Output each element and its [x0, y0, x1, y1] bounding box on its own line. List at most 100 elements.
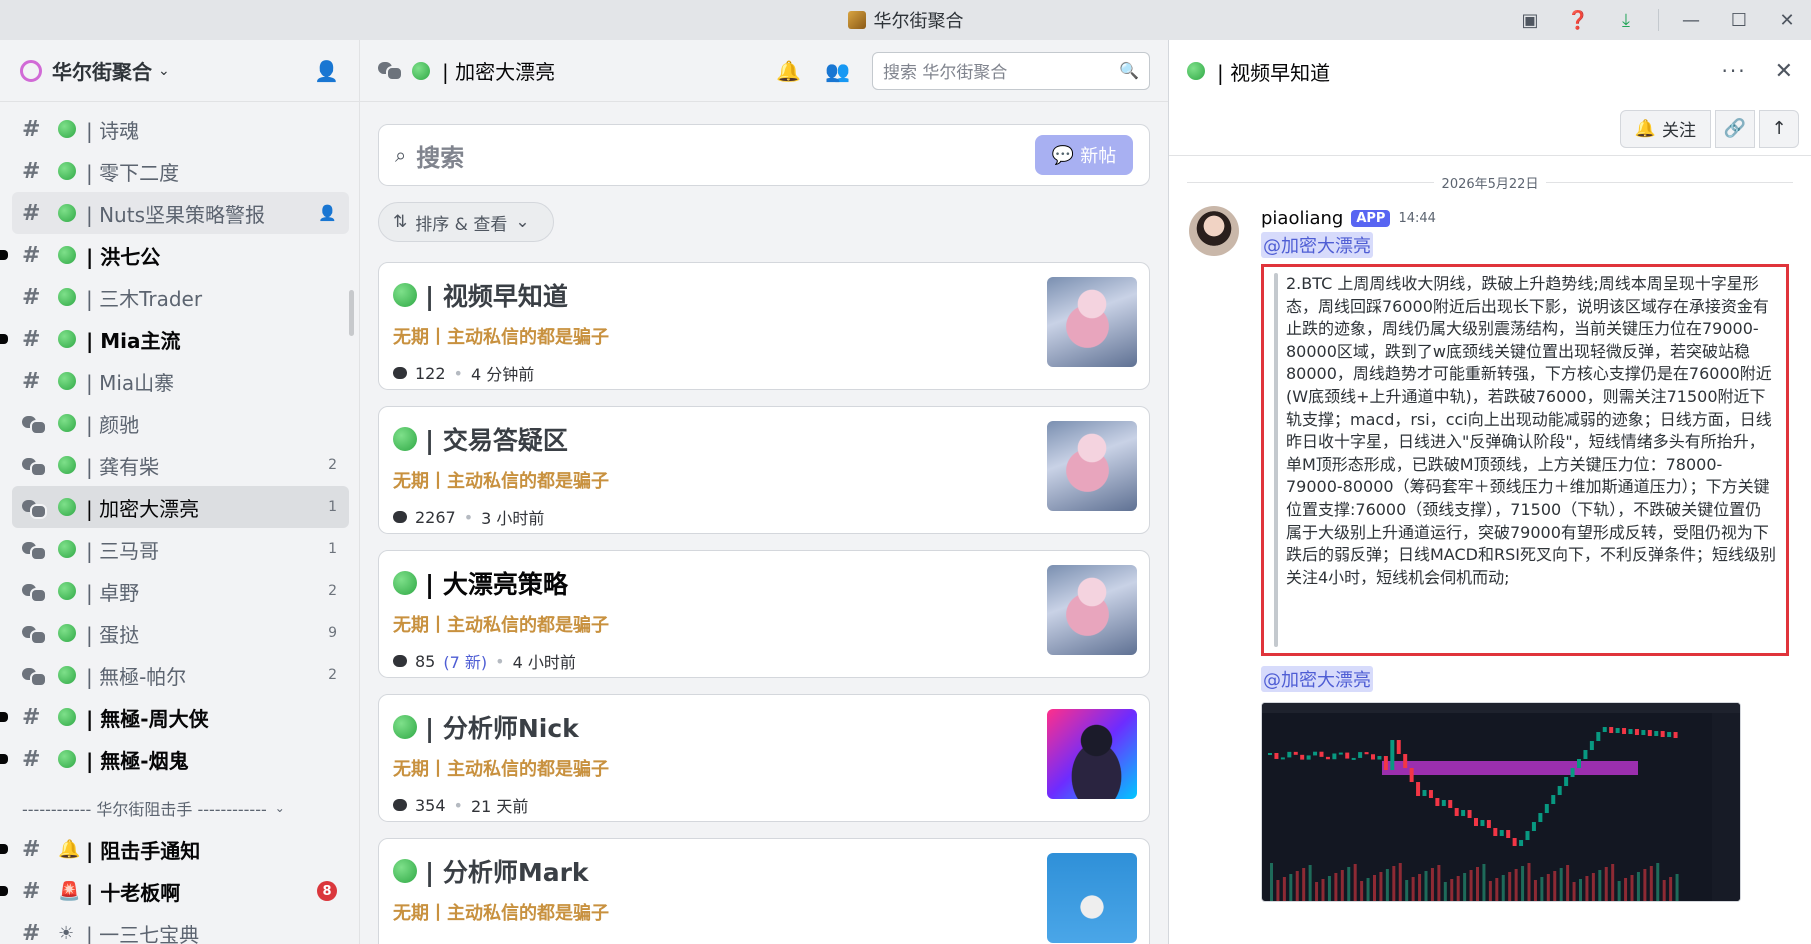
candle [1319, 751, 1324, 757]
mention[interactable]: @加密大漂亮 [1261, 666, 1373, 692]
candle [1467, 810, 1472, 819]
new-post-label: 新帖 [1080, 146, 1117, 167]
post-meta: 122 • 4 分钟前 [393, 361, 1135, 385]
help-icon[interactable]: ❓ [1554, 0, 1602, 40]
follow-button[interactable]: 🔔 关注 [1619, 109, 1711, 148]
sidebar-channel[interactable]: # | 诗魂 [12, 108, 349, 150]
scroll-top-button[interactable]: ↑ [1759, 109, 1799, 148]
avatar[interactable] [1189, 206, 1239, 256]
status-dot [58, 750, 76, 768]
add-member-icon[interactable]: 👤 [314, 59, 339, 83]
candle [1634, 729, 1639, 736]
chart-screenshot-image[interactable] [1261, 702, 1741, 902]
candle [1338, 752, 1343, 755]
hash-icon: # [22, 878, 41, 904]
sidebar-channel[interactable]: # | Nuts坚果策略警报 👤 [12, 192, 349, 234]
post-thumbnail [1047, 853, 1137, 943]
sidebar-channel[interactable]: | 加密大漂亮 1 [12, 486, 349, 528]
status-dot [58, 120, 76, 138]
more-options-icon[interactable]: ··· [1721, 59, 1746, 83]
sort-view-button[interactable]: ⇅ 排序 & 查看 ⌄ [378, 202, 554, 242]
channel-name: | 無極-烟鬼 [86, 748, 189, 773]
candle [1512, 838, 1517, 847]
sidebar-channel[interactable]: # | 零下二度 [12, 150, 349, 192]
channel-name: | Nuts坚果策略警报 [86, 202, 265, 227]
channel-name: | 加密大漂亮 [86, 496, 200, 521]
post-title-text: | 大漂亮策略 [425, 570, 568, 599]
candle [1409, 768, 1414, 783]
hash-icon: # [22, 704, 41, 730]
candle [1622, 728, 1627, 735]
post-time: 4 小时前 [512, 653, 576, 672]
download-icon[interactable]: ⤓ [1602, 0, 1650, 40]
candle [1351, 757, 1356, 760]
sidebar-channel[interactable]: | 卓野 2 [12, 570, 349, 612]
hash-icon: # [22, 368, 41, 394]
sidebar-channel[interactable]: # 🔔 | 阻击手通知 [0, 828, 349, 870]
sidebar-channel[interactable]: # 🚨 | 十老板啊 8 [0, 870, 349, 912]
bell-icon[interactable]: 🔔 [776, 59, 801, 83]
post-subtitle: 无期丨主动私信的都是骗子 [393, 615, 609, 636]
volume-bar [1463, 873, 1467, 901]
new-post-button[interactable]: 💬 新帖 [1035, 135, 1133, 175]
sidebar-channel[interactable]: | 颜驰 [12, 402, 349, 444]
hash-icon: # [22, 326, 41, 352]
mention[interactable]: @加密大漂亮 [1261, 232, 1373, 258]
sidebar-channel[interactable]: # | Mia山寨 [12, 360, 349, 402]
sidebar-channel[interactable]: # | Mia主流 [0, 318, 349, 360]
forum-post-card[interactable]: | 视频早知道 无期丨主动私信的都是骗子 122 • 4 分钟前 [378, 262, 1150, 390]
candle [1448, 800, 1453, 809]
volume-bar [1643, 869, 1647, 901]
volume-bar [1302, 868, 1306, 901]
post-subtitle: 无期丨主动私信的都是骗子 [393, 471, 609, 492]
sidebar-channel[interactable]: | 三马哥 1 [12, 528, 349, 570]
close-thread-icon[interactable]: ✕ [1775, 59, 1793, 84]
search-icon: ⌕ [395, 143, 407, 167]
close-icon[interactable]: ✕ [1763, 0, 1811, 40]
hash-icon: # [22, 158, 41, 184]
candle [1577, 759, 1581, 769]
forum-post-card[interactable]: | 大漂亮策略 无期丨主动私信的都是骗子 85 (7 新) • 4 小时前 [378, 550, 1150, 678]
copy-link-button[interactable]: 🔗 [1715, 109, 1755, 148]
header-search-input[interactable]: 搜索 华尔街聚合 🔍 [872, 51, 1150, 90]
candle [1506, 830, 1511, 839]
hash-icon: # [22, 920, 41, 944]
minimize-icon[interactable]: — [1667, 0, 1715, 40]
sidebar-channel[interactable]: # | 三木Trader [12, 276, 349, 318]
category-header[interactable]: ------------ 华尔街阻击手 ------------ ⌄ [0, 788, 359, 828]
invite-icon[interactable]: 👤 [318, 204, 337, 222]
reply-count: 85 [415, 651, 436, 671]
sidebar-channel[interactable]: # | 洪七公 [0, 234, 349, 276]
unread-indicator [0, 886, 8, 896]
unread-indicator [0, 844, 8, 854]
forum-post-card[interactable]: | 分析师Nick 无期丨主动私信的都是骗子 354 • 21 天前 [378, 694, 1150, 822]
forum-panel: | 加密大漂亮 🔔 👥 搜索 华尔街聚合 🔍 ⌕ 搜索 💬 新帖 ⇅ 排序 & … [360, 40, 1168, 944]
status-dot [58, 540, 76, 558]
sidebar-channel[interactable]: | 龚有柴 2 [12, 444, 349, 486]
channel-emoji-icon: 🚨 [58, 880, 81, 902]
volume-bar [1327, 876, 1331, 901]
server-header[interactable]: 华尔街聚合 ⌄ 👤 [0, 40, 359, 102]
sidebar-channel[interactable]: # | 無極-周大侠 [0, 696, 349, 738]
channel-sidebar: 华尔街聚合 ⌄ 👤 # | 诗魂 # | 零下二度 # | Nuts坚果策略警报 👤 # | 洪… [0, 40, 360, 944]
forum-search-input[interactable]: ⌕ 搜索 💬 新帖 [378, 124, 1150, 186]
forum-post-card[interactable]: | 分析师Mark 无期丨主动私信的都是骗子 [378, 838, 1150, 944]
sidebar-channel[interactable]: # ☀ | 一三七宝典 [12, 912, 349, 944]
inbox-icon[interactable]: ▣ [1506, 0, 1554, 40]
maximize-icon[interactable]: ☐ [1715, 0, 1763, 40]
sidebar-channel[interactable]: # | 無極-烟鬼 [0, 738, 349, 780]
hash-icon: # [22, 746, 41, 772]
sidebar-channel[interactable]: | 蛋挞 9 [12, 612, 349, 654]
members-icon[interactable]: 👥 [825, 59, 850, 83]
volume-bar [1585, 876, 1589, 901]
channel-emoji-icon: 🔔 [58, 838, 81, 860]
sidebar-channel[interactable]: | 無極-帕尔 2 [12, 654, 349, 696]
candle [1377, 756, 1382, 760]
username[interactable]: piaoliang [1261, 208, 1343, 229]
candle [1280, 757, 1285, 760]
hash-icon: # [22, 116, 41, 142]
forum-post-card[interactable]: | 交易答疑区 无期丨主动私信的都是骗子 2267 • 3 小时前 [378, 406, 1150, 534]
sidebar-scrollbar[interactable] [349, 290, 354, 336]
reply-count: 122 [415, 363, 446, 383]
status-dot [393, 283, 417, 307]
